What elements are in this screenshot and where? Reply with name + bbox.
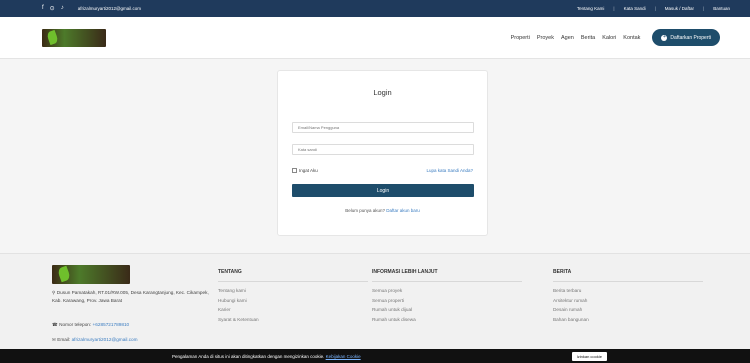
phone-value[interactable]: +6285721789810 <box>93 322 130 327</box>
tiktok-icon[interactable]: ♪ <box>61 5 64 12</box>
footer-column-info: INFORMASI LEBIH LANJUT Semua proyek Semu… <box>372 269 522 327</box>
nav-item-berita[interactable]: Berita <box>581 35 595 41</box>
forgot-password-link[interactable]: Lupa kata Sandi Anda? <box>426 168 473 173</box>
footer-column-about: TENTANG Tentang kami Hubungi kami Karier… <box>218 269 368 327</box>
add-property-label: Daftarkan Properti <box>670 34 711 41</box>
plus-icon: + <box>661 34 668 41</box>
username-input[interactable] <box>292 122 474 133</box>
divider: | <box>654 6 656 11</box>
remember-checkbox[interactable] <box>292 168 297 173</box>
cookie-banner: Pengalaman Anda di situs ini akan diting… <box>0 349 750 363</box>
topbar-links: Tentang Kami | Kata Sandi | Masuk / Daft… <box>577 6 730 11</box>
divider <box>218 281 368 282</box>
phone-label: Nomor telepon: <box>59 322 92 327</box>
password-input[interactable] <box>292 144 474 155</box>
footer-column-title: BERITA <box>553 269 572 275</box>
cookie-text: Pengalaman Anda di situs ini akan diting… <box>172 353 325 359</box>
facebook-icon[interactable]: f <box>42 5 44 12</box>
divider: | <box>703 6 705 11</box>
topbar-link-login[interactable]: Masuk / Daftar <box>665 6 694 11</box>
footer-email: ✉ Email: afrizalmuryarti2012@gmail.com <box>52 337 138 343</box>
login-button[interactable]: Login <box>292 184 474 197</box>
remember-label: Ingat Aku <box>299 168 318 173</box>
leaf-icon <box>46 29 59 45</box>
email-value[interactable]: afrizalmuryarti2012@gmail.com <box>72 337 138 342</box>
cookie-policy-link[interactable]: Kebijakan Cookie <box>326 354 361 359</box>
add-property-button[interactable]: + Daftarkan Properti <box>652 29 720 46</box>
footer-link[interactable]: Semua properti <box>372 298 522 308</box>
footer-logo[interactable] <box>52 265 130 284</box>
footer-phone: ☎ Nomor telepon: +6285721789810 <box>52 322 129 328</box>
nav-item-properti[interactable]: Properti <box>511 35 530 41</box>
divider <box>372 281 522 282</box>
divider <box>553 281 703 282</box>
site-logo[interactable] <box>42 28 106 47</box>
allow-cookies-button[interactable]: Izinkan cookie <box>571 351 607 361</box>
footer-link[interactable]: Rumah untuk dijual <box>372 307 522 317</box>
footer-link[interactable]: Karier <box>218 307 368 317</box>
instagram-icon[interactable]: ⊙ <box>50 5 55 12</box>
leaf-icon <box>56 265 72 283</box>
register-prompt: Belum punya akun? Daftar akun baru <box>278 208 487 213</box>
social-links: f ⊙ ♪ <box>42 5 64 12</box>
register-prefix: Belum punya akun? <box>345 208 385 213</box>
divider: | <box>613 6 615 11</box>
address-text: Dusun Pamatakah, RT.01/RW.005, Desa Kara… <box>52 290 209 303</box>
site-footer: ⚲ Dusun Pamatakah, RT.01/RW.005, Desa Ka… <box>0 253 750 363</box>
footer-link[interactable]: Berita terbaru <box>553 288 703 298</box>
topbar-email[interactable]: afrizalmuryarti2012@gmail.com <box>78 6 141 11</box>
remember-me[interactable]: Ingat Aku <box>292 168 318 173</box>
main-navbar: Properti Proyek Agen Berita Kalori Konta… <box>0 17 750 59</box>
nav-item-kalori[interactable]: Kalori <box>602 35 616 41</box>
email-label: Email: <box>57 337 71 342</box>
topbar-link-about[interactable]: Tentang Kami <box>577 6 605 11</box>
login-title: Login <box>373 88 392 97</box>
nav-item-kontak[interactable]: Kontak <box>623 35 640 41</box>
topbar-link-help[interactable]: Bantuan <box>713 6 730 11</box>
nav-item-proyek[interactable]: Proyek <box>537 35 554 41</box>
login-card: Login Ingat Aku Lupa kata Sandi Anda? Lo… <box>277 70 488 236</box>
footer-link[interactable]: Syarat & Ketentuan <box>218 317 368 327</box>
footer-link[interactable]: Rumah untuk disewa <box>372 317 522 327</box>
footer-link[interactable]: Hubungi kami <box>218 298 368 308</box>
nav-item-agen[interactable]: Agen <box>561 35 574 41</box>
footer-link[interactable]: Bahan bangunan <box>553 317 703 327</box>
footer-link[interactable]: Desain rumah <box>553 307 703 317</box>
register-link[interactable]: Daftar akun baru <box>386 208 420 213</box>
footer-address: ⚲ Dusun Pamatakah, RT.01/RW.005, Desa Ka… <box>52 289 210 304</box>
footer-link[interactable]: Arsitektur rumah <box>553 298 703 308</box>
footer-link[interactable]: Tentang kami <box>218 288 368 298</box>
footer-column-title: INFORMASI LEBIH LANJUT <box>372 269 438 275</box>
topbar-link-password[interactable]: Kata Sandi <box>624 6 646 11</box>
top-bar: f ⊙ ♪ afrizalmuryarti2012@gmail.com Tent… <box>0 0 750 17</box>
footer-link[interactable]: Semua proyek <box>372 288 522 298</box>
footer-column-title: TENTANG <box>218 269 242 275</box>
cookie-message: Pengalaman Anda di situs ini akan diting… <box>172 354 361 359</box>
nav-menu: Properti Proyek Agen Berita Kalori Konta… <box>511 35 641 41</box>
footer-column-news: BERITA Berita terbaru Arsitektur rumah D… <box>553 269 703 327</box>
